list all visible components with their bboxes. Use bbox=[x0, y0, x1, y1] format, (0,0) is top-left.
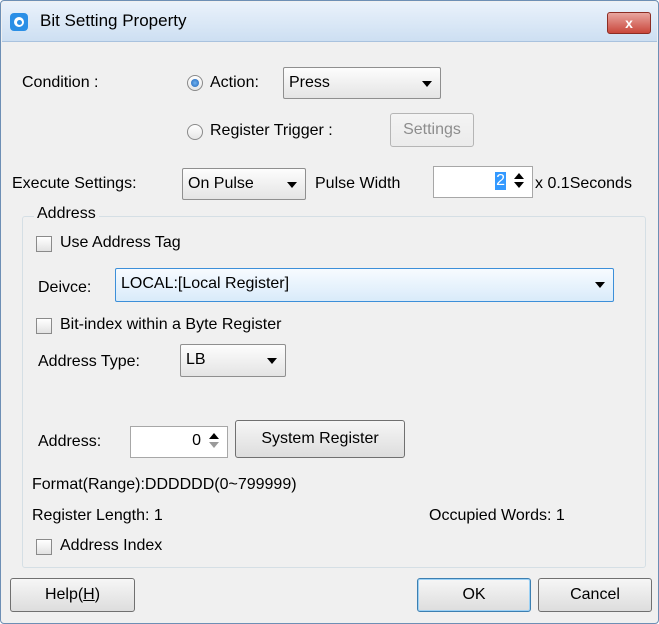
device-label: Deivce: bbox=[38, 279, 92, 296]
address-index-label[interactable]: Address Index bbox=[60, 537, 162, 555]
address-label: Address: bbox=[38, 433, 102, 450]
help-button-label: Help( bbox=[44, 586, 84, 603]
spin-down-icon[interactable] bbox=[209, 442, 219, 448]
dialog-title: Bit Setting Property bbox=[40, 11, 187, 30]
action-radio[interactable] bbox=[187, 75, 203, 91]
pulse-width-stepper[interactable]: 2 bbox=[433, 166, 533, 198]
register-length-text: Register Length: 1 bbox=[32, 507, 163, 524]
action-dropdown[interactable]: Press bbox=[283, 67, 441, 99]
app-icon bbox=[10, 13, 28, 31]
use-address-tag-checkbox[interactable] bbox=[36, 236, 52, 252]
pulse-unit-label: x 0.1Seconds bbox=[535, 175, 632, 192]
help-button-close: ) bbox=[94, 586, 101, 603]
spin-up-icon[interactable] bbox=[209, 433, 219, 439]
execute-mode-dropdown[interactable]: On Pulse bbox=[182, 168, 306, 200]
system-register-button[interactable]: System Register bbox=[235, 420, 405, 458]
condition-label: Condition : bbox=[22, 74, 99, 91]
title-bar[interactable]: Bit Setting Property x bbox=[2, 2, 657, 42]
action-label[interactable]: Action: bbox=[210, 74, 259, 92]
help-mnemonic: H bbox=[83, 586, 95, 603]
register-trigger-radio[interactable] bbox=[187, 124, 203, 140]
format-range-text: Format(Range):DDDDDD(0~799999) bbox=[32, 476, 297, 493]
occupied-words-text: Occupied Words: 1 bbox=[429, 507, 565, 524]
pulse-width-label: Pulse Width bbox=[315, 175, 401, 192]
action-dropdown-value: Press bbox=[289, 74, 330, 91]
address-type-dropdown[interactable]: LB bbox=[180, 344, 286, 377]
address-type-label: Address Type: bbox=[38, 353, 140, 370]
address-group-title: Address bbox=[34, 205, 99, 223]
device-dropdown[interactable]: LOCAL:[Local Register] bbox=[115, 268, 614, 302]
register-trigger-label[interactable]: Register Trigger : bbox=[210, 122, 333, 140]
help-button[interactable]: Help(H) bbox=[10, 578, 135, 612]
use-address-tag-label[interactable]: Use Address Tag bbox=[60, 234, 181, 252]
address-type-value: LB bbox=[186, 351, 206, 368]
close-button[interactable]: x bbox=[607, 12, 651, 34]
execute-mode-value: On Pulse bbox=[188, 175, 254, 192]
chevron-down-icon bbox=[422, 81, 432, 87]
address-value[interactable]: 0 bbox=[192, 432, 201, 450]
settings-button[interactable]: Settings bbox=[390, 113, 474, 147]
chevron-down-icon bbox=[595, 282, 605, 288]
cancel-button[interactable]: Cancel bbox=[538, 578, 652, 612]
chevron-down-icon bbox=[267, 358, 277, 364]
ok-button[interactable]: OK bbox=[417, 578, 531, 612]
bit-index-checkbox[interactable] bbox=[36, 318, 52, 334]
address-index-checkbox[interactable] bbox=[36, 539, 52, 555]
address-stepper[interactable]: 0 bbox=[130, 426, 228, 458]
device-dropdown-value: LOCAL:[Local Register] bbox=[121, 275, 290, 292]
spin-up-icon[interactable] bbox=[514, 173, 524, 179]
pulse-width-value[interactable]: 2 bbox=[495, 172, 506, 190]
bit-index-label[interactable]: Bit-index within a Byte Register bbox=[60, 316, 281, 334]
spin-down-icon[interactable] bbox=[514, 182, 524, 188]
execute-settings-label: Execute Settings: bbox=[12, 175, 137, 192]
chevron-down-icon bbox=[287, 182, 297, 188]
